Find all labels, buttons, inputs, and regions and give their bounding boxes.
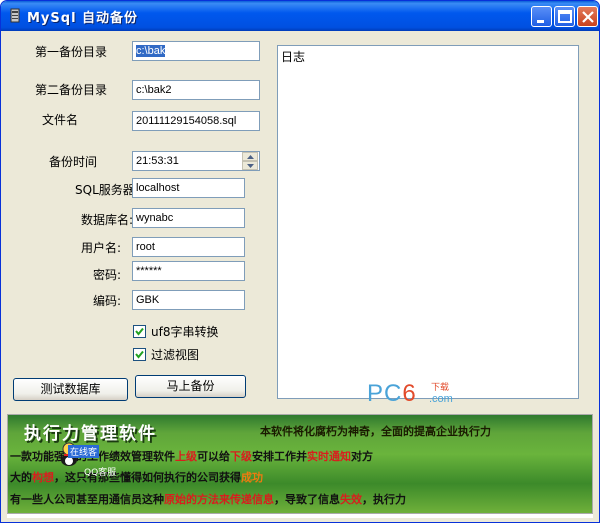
app-icon	[10, 8, 20, 23]
close-button[interactable]	[577, 6, 598, 27]
sql-server-label: SQL服务器:	[75, 183, 139, 197]
spin-up-button[interactable]	[242, 152, 258, 161]
backup-time-picker[interactable]: 21:53:31	[132, 151, 260, 171]
checkmark-icon	[135, 327, 144, 336]
banner-title: 执行力管理软件	[24, 424, 157, 444]
main-window: MySql 自动备份 第一备份目录 c:\bak 第二备份目录 c:\bak2 …	[0, 0, 600, 523]
backup-now-button[interactable]: 马上备份	[135, 375, 246, 398]
backup-dir2-label: 第二备份目录	[35, 83, 108, 97]
username-input[interactable]: root	[132, 237, 245, 257]
online-service-badge[interactable]: 在线客	[68, 445, 100, 458]
filename-input[interactable]: 20111129154058.sql	[132, 111, 260, 131]
watermark-logo: PC6 下载 .com	[367, 380, 453, 408]
backup-time-label: 备份时间	[49, 155, 98, 169]
username-label: 用户名:	[81, 241, 122, 255]
password-label: 密码:	[93, 268, 122, 282]
watermark-pc: PC	[367, 380, 403, 407]
encoding-input[interactable]: GBK	[132, 290, 245, 310]
maximize-icon	[558, 10, 572, 23]
log-panel[interactable]: 日志	[277, 45, 579, 399]
maximize-button[interactable]	[554, 6, 575, 27]
filter-views-box	[133, 348, 146, 361]
filter-views-label: 过滤视图	[151, 348, 200, 362]
utf8-convert-checkbox[interactable]: uf8字串转换	[133, 323, 218, 340]
watermark-sub: 下载	[431, 382, 450, 392]
sql-server-input[interactable]: localhost	[132, 178, 245, 198]
filter-views-checkbox[interactable]: 过滤视图	[133, 346, 199, 363]
banner-slogan: 本软件将化腐朽为神奇，全面的提高企业执行力	[260, 425, 491, 438]
close-icon	[582, 11, 594, 23]
title-bar[interactable]: MySql 自动备份	[1, 1, 599, 31]
password-input[interactable]: ******	[132, 261, 245, 281]
qq-service-label[interactable]: QQ客服	[84, 465, 116, 478]
banner-bottom-strip	[7, 514, 593, 518]
filename-label: 文件名	[42, 113, 79, 127]
log-title: 日志	[281, 50, 306, 64]
down-arrow-icon	[247, 164, 254, 168]
backup-dir2-input[interactable]: c:\bak2	[132, 80, 260, 100]
spin-down-button[interactable]	[242, 161, 258, 170]
banner-line-2: 大的构想，这只有那些懂得如何执行的公司获得成功	[10, 471, 263, 484]
backup-dir1-input[interactable]: c:\bak	[132, 41, 260, 61]
time-spinner[interactable]	[242, 152, 258, 170]
database-label: 数据库名:	[81, 213, 134, 227]
window-title: MySql 自动备份	[27, 11, 139, 26]
database-input[interactable]: wynabc	[132, 208, 245, 228]
ad-banner[interactable]: 执行力管理软件 本软件将化腐朽为神奇，全面的提高企业执行力 一款功能强大的工作绩…	[7, 414, 593, 514]
utf8-convert-label: uf8字串转换	[151, 325, 219, 339]
watermark-six: 6	[402, 380, 417, 407]
backup-dir1-label: 第一备份目录	[35, 45, 108, 59]
utf8-convert-box	[133, 325, 146, 338]
minimize-button[interactable]	[531, 6, 552, 27]
client-area: 第一备份目录 c:\bak 第二备份目录 c:\bak2 文件名 2011112…	[5, 31, 595, 520]
backup-time-value: 21:53:31	[136, 155, 179, 167]
banner-line-3: 有一些人公司甚至用通信员这种原始的方法来传递信息，导致了信息失效，执行力	[10, 493, 406, 506]
encoding-label: 编码:	[93, 294, 122, 308]
test-db-button[interactable]: 测试数据库	[13, 378, 128, 401]
watermark-com: .com	[429, 393, 453, 405]
minimize-icon	[537, 20, 544, 23]
up-arrow-icon	[247, 155, 254, 159]
checkmark-icon	[135, 350, 144, 359]
